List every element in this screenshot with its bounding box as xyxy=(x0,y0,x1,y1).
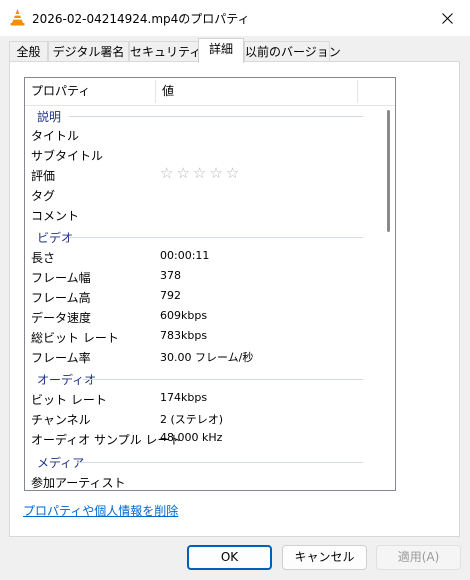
group-header-media[interactable]: メディア xyxy=(25,452,383,472)
group-divider xyxy=(69,116,363,117)
row-data-rate[interactable]: データ速度 609kbps xyxy=(25,307,383,327)
star-icon[interactable]: ☆ xyxy=(176,164,192,182)
tab-details[interactable]: 詳細 xyxy=(198,38,244,63)
star-icon[interactable]: ☆ xyxy=(160,164,176,182)
star-icon[interactable]: ☆ xyxy=(226,164,242,182)
row-total-bitrate[interactable]: 総ビット レート 783kbps xyxy=(25,327,383,347)
row-length[interactable]: 長さ 00:00:11 xyxy=(25,247,383,267)
group-header-audio[interactable]: オーディオ xyxy=(25,369,383,389)
star-icon[interactable]: ☆ xyxy=(209,164,225,182)
title-bar: 2026-02-04214924.mp4のプロパティ xyxy=(0,0,470,36)
column-header-property[interactable]: プロパティ xyxy=(31,78,90,105)
row-subtitle[interactable]: サブタイトル xyxy=(25,145,383,165)
property-list[interactable]: プロパティ 値 説明 タイトル サブタイトル 評価 ☆☆☆☆☆ タグ コメント … xyxy=(24,77,396,491)
ok-button[interactable]: OK xyxy=(187,545,272,570)
column-divider[interactable] xyxy=(155,80,156,103)
column-header-value[interactable]: 値 xyxy=(162,78,174,105)
row-rating[interactable]: 評価 ☆☆☆☆☆ xyxy=(25,164,383,185)
remove-properties-link[interactable]: プロパティや個人情報を削除 xyxy=(23,502,178,519)
row-audio-bitrate[interactable]: ビット レート 174kbps xyxy=(25,389,383,409)
list-header: プロパティ 値 xyxy=(25,78,395,106)
group-divider xyxy=(77,462,363,463)
window-title: 2026-02-04214924.mp4のプロパティ xyxy=(32,12,250,26)
tab-previous-versions[interactable]: 以前のバージョン xyxy=(244,41,341,62)
details-panel: プロパティ 値 説明 タイトル サブタイトル 評価 ☆☆☆☆☆ タグ コメント … xyxy=(9,61,460,537)
row-channels[interactable]: チャンネル 2 (ステレオ) xyxy=(25,409,383,429)
close-icon xyxy=(441,12,453,24)
apply-button[interactable]: 適用(A) xyxy=(376,545,461,570)
group-header-video[interactable]: ビデオ xyxy=(25,227,383,247)
scrollbar-thumb[interactable] xyxy=(387,110,390,232)
row-sample-rate[interactable]: オーディオ サンプル レート 48.000 kHz xyxy=(25,429,383,449)
cancel-button[interactable]: キャンセル xyxy=(282,545,367,570)
group-header-description[interactable]: 説明 xyxy=(25,106,383,126)
close-button[interactable] xyxy=(424,0,470,36)
row-contributing-artists[interactable]: 参加アーティスト xyxy=(25,472,383,490)
vertical-scrollbar[interactable] xyxy=(383,105,395,490)
row-tags[interactable]: タグ xyxy=(25,185,383,205)
tab-security[interactable]: セキュリティ xyxy=(129,41,201,62)
tab-digital-signatures[interactable]: デジタル署名 xyxy=(48,41,129,62)
row-frame-height[interactable]: フレーム高 792 xyxy=(25,287,383,307)
row-frame-width[interactable]: フレーム幅 378 xyxy=(25,267,383,287)
column-divider[interactable] xyxy=(357,80,358,103)
row-title[interactable]: タイトル xyxy=(25,125,383,145)
tab-general[interactable]: 全般 xyxy=(9,41,48,62)
row-frame-rate[interactable]: フレーム率 30.00 フレーム/秒 xyxy=(25,347,383,367)
star-icon[interactable]: ☆ xyxy=(193,164,209,182)
rating-stars[interactable]: ☆☆☆☆☆ xyxy=(160,164,242,182)
vlc-cone-icon xyxy=(10,9,25,26)
group-divider xyxy=(69,237,363,238)
row-comments[interactable]: コメント xyxy=(25,205,383,225)
group-divider xyxy=(83,379,363,380)
